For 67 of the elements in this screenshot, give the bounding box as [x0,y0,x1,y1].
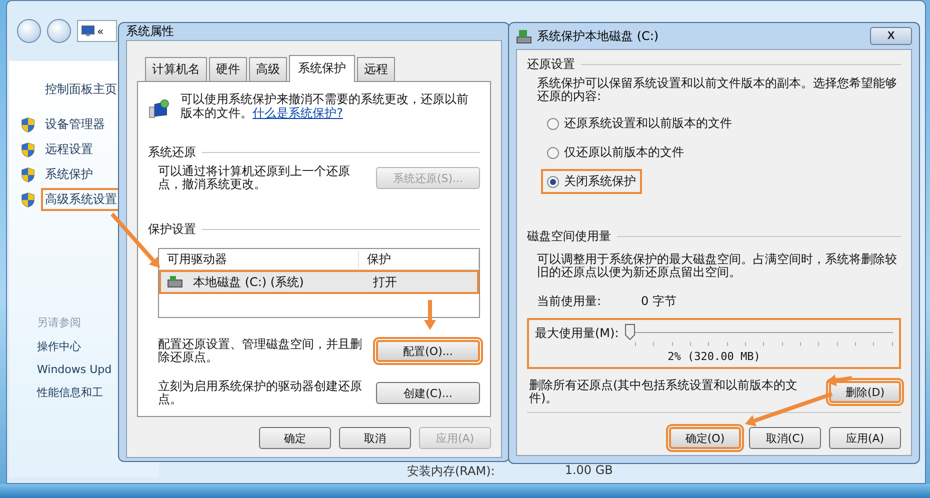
group-title: 磁盘空间使用量 [527,228,611,245]
radio-label: 仅还原以前版本的文件 [564,144,684,161]
window-title: 系统属性 [126,23,174,40]
field-label: 最大使用量(M): [535,324,619,342]
drive-icon [167,275,183,289]
description-text: 可以使用系统保护来撤消不需要的系统更改，还原以前版本的文件。什么是系统保护? [180,92,470,120]
section-heading: 另请参阅 [37,315,82,330]
shield-icon [21,192,35,208]
close-button[interactable]: X [870,27,912,45]
description-text: 配置还原设置、管理磁盘空间，并且删除还原点。 [158,338,363,364]
sidebar-link[interactable]: Windows Upd [37,363,112,376]
annotation-arrow [826,374,852,386]
field-value: 0 字节 [641,293,676,310]
shield-icon [21,142,35,158]
radio-option[interactable]: 还原系统设置和以前版本的文件 [541,111,738,136]
field-label: 当前使用量: [537,293,602,310]
slider-thumb[interactable] [625,324,636,340]
radio-label: 关闭系统保护 [564,173,636,190]
sidebar-link[interactable]: 系统保护 [41,163,97,186]
sidebar-link[interactable]: 设备管理器 [41,113,109,136]
delete-button[interactable]: 删除(D) [829,381,901,403]
annotation-arrow [110,212,160,268]
sidebar-link[interactable]: 操作中心 [37,339,112,354]
radio-option[interactable]: 仅还原以前版本的文件 [541,140,690,165]
radio-button[interactable] [547,176,559,188]
slider-reading: 2% (320.00 MB) [668,350,760,363]
dialog-button[interactable]: 确定(O) [669,427,741,449]
radio-label: 还原系统设置和以前版本的文件 [564,115,732,132]
tab[interactable]: 高级 [249,57,287,81]
action-button[interactable]: 创建(C)... [376,382,480,404]
sidebar-link[interactable]: 控制面板主页 [41,78,121,101]
help-link[interactable]: 什么是系统保护? [252,106,343,120]
tab[interactable]: 远程 [357,57,395,81]
dialog-button[interactable]: 确定 [259,427,331,449]
dialog-button[interactable]: 取消(C) [749,427,821,449]
detail-label: 安装内存(RAM): [407,463,495,480]
sidebar-link[interactable]: 远程设置 [41,138,97,161]
tab[interactable]: 硬件 [209,57,247,81]
drive-row[interactable]: 本地磁盘 (C:) (系统) 打开 [159,270,479,294]
group-title: 还原设置 [527,56,575,73]
table-cell-text: 本地磁盘 (C:) (系统) [192,274,304,290]
description-text: 立刻为启用系统保护的驱动器创建还原点。 [158,380,363,406]
radio-button[interactable] [547,146,559,158]
dialog-button[interactable]: 应用(A) [829,427,901,449]
radio-button[interactable] [547,118,559,130]
description-text: 删除所有还原点(其中包括系统设置和以前版本的文件)。 [529,379,799,405]
action-button[interactable]: 配置(O)... [376,340,480,362]
address-bar[interactable]: « [77,20,117,42]
table-cell-text: 打开 [372,274,397,290]
radio-option[interactable]: 关闭系统保护 [541,169,642,194]
detail-value: 1.00 GB [564,463,613,479]
sidebar-link[interactable]: 性能信息和工 [37,385,112,400]
forward-button[interactable] [47,19,71,43]
description-text: 可以调整用于系统保护的最大磁盘空间。占满空间时，系统将删除较旧的还原点以便为新还原点留出空间。 [537,253,898,279]
description-text: 可以通过将计算机还原到上一个还原点，撤消系统更改。 [158,165,351,191]
window-title: 系统保护本地磁盘 (C:) [537,28,659,44]
back-button[interactable] [17,19,41,43]
annotation-arrow [424,300,436,330]
shield-icon [21,116,35,132]
shield-icon [21,166,35,182]
tab[interactable]: 计算机名 [145,57,207,81]
group-title: 系统还原 [148,144,196,161]
tab[interactable]: 系统保护 [289,55,355,82]
column-header: 保护 [359,250,479,268]
description-text: 系统保护可以保留系统设置和以前文件版本的副本。选择您希望能够还原的内容: [537,77,898,103]
dialog-button[interactable]: 取消 [339,427,411,449]
group-title: 保护设置 [148,221,196,238]
